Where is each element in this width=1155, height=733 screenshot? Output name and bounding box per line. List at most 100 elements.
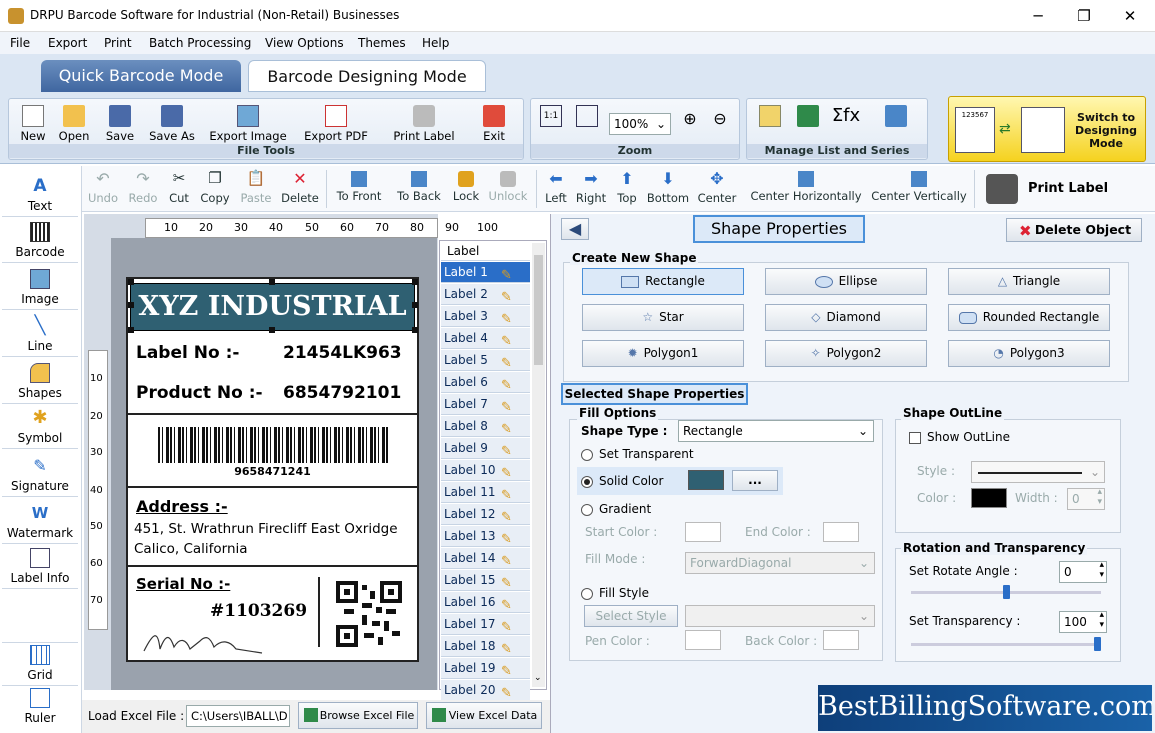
- unlock-button[interactable]: Unlock: [486, 169, 530, 203]
- undo-button[interactable]: ↶ Undo: [86, 169, 120, 205]
- label-list-item[interactable]: Label 9 ✎: [441, 438, 530, 459]
- shape-star-button[interactable]: ☆ Star: [582, 304, 744, 331]
- tool-line[interactable]: ╲ Line: [2, 316, 78, 357]
- tool-watermark[interactable]: W Watermark: [2, 503, 78, 544]
- back-button[interactable]: ◀: [561, 218, 589, 240]
- switch-to-designing-mode-button[interactable]: 123567 ⇄ Switch to Designing Mode: [948, 96, 1146, 162]
- scroll-thumb[interactable]: [534, 255, 543, 365]
- label-list-item[interactable]: Label 8 ✎: [441, 416, 530, 437]
- label-list-item[interactable]: Label 19 ✎: [441, 658, 530, 679]
- paste-button[interactable]: 📋 Paste: [238, 169, 274, 205]
- tool-signature[interactable]: ✎ Signature: [2, 456, 78, 497]
- label-list-item[interactable]: Label 20 ✎: [441, 680, 530, 701]
- pencil-icon[interactable]: ✎: [501, 287, 517, 305]
- pencil-icon[interactable]: ✎: [501, 375, 517, 393]
- tool-ruler[interactable]: Ruler: [2, 688, 78, 728]
- shape-rounded-rectangle-button[interactable]: Rounded Rectangle: [948, 304, 1110, 331]
- view-excel-data-button[interactable]: View Excel Data: [426, 702, 542, 729]
- label-list-item[interactable]: Label 4 ✎: [441, 328, 530, 349]
- pencil-icon[interactable]: ✎: [501, 441, 517, 459]
- outline-style-select[interactable]: ⌄: [971, 461, 1105, 483]
- resize-handle[interactable]: [412, 327, 418, 333]
- zoom-in-button[interactable]: ⊕: [679, 109, 701, 128]
- pencil-icon[interactable]: ✎: [501, 485, 517, 503]
- tool-symbol[interactable]: ✱ Symbol: [2, 408, 78, 449]
- pencil-icon[interactable]: ✎: [501, 683, 517, 701]
- back-color-swatch[interactable]: [823, 630, 859, 650]
- export-pdf-button[interactable]: Export PDF: [303, 103, 369, 143]
- align-top-button[interactable]: ⬆ Top: [612, 169, 642, 205]
- label-list-item[interactable]: Label 1 ✎: [441, 262, 530, 283]
- fill-mode-select[interactable]: ForwardDiagonal ⌄: [685, 552, 875, 574]
- label-list-scrollbar[interactable]: ⌄: [532, 243, 545, 687]
- pencil-icon[interactable]: ✎: [501, 551, 517, 569]
- solid-color-swatch[interactable]: [688, 470, 724, 490]
- rotate-slider-thumb[interactable]: [1002, 585, 1010, 599]
- shape-ellipse-button[interactable]: Ellipse: [765, 268, 927, 295]
- transparency-slider-thumb[interactable]: [1094, 637, 1101, 651]
- menu-file[interactable]: File: [10, 36, 30, 50]
- align-left-button[interactable]: ⬅ Left: [542, 169, 570, 205]
- tool-text[interactable]: A Text: [2, 176, 78, 217]
- pencil-icon[interactable]: ✎: [501, 595, 517, 613]
- cut-button[interactable]: ✂ Cut: [166, 169, 192, 205]
- transparency-slider-track[interactable]: [911, 643, 1101, 646]
- outline-width-spinner[interactable]: 0 ▴ ▾: [1067, 487, 1105, 510]
- pencil-icon[interactable]: ✎: [501, 353, 517, 371]
- label-list-item[interactable]: Label 12 ✎: [441, 504, 530, 525]
- minimize-button[interactable]: ─: [1018, 4, 1058, 28]
- pen-color-swatch[interactable]: [685, 630, 721, 650]
- label-list-item[interactable]: Label 5 ✎: [441, 350, 530, 371]
- shape-rectangle-button[interactable]: Rectangle: [582, 268, 744, 295]
- pencil-icon[interactable]: ✎: [501, 265, 517, 283]
- label-list-item[interactable]: Label 3 ✎: [441, 306, 530, 327]
- gradient-radio[interactable]: Gradient: [581, 502, 651, 516]
- delete-button[interactable]: ✕ Delete: [280, 169, 320, 205]
- close-button[interactable]: ✕: [1110, 4, 1150, 28]
- tool-grid[interactable]: Grid: [2, 642, 78, 686]
- pencil-icon[interactable]: ✎: [501, 309, 517, 327]
- menu-view-options[interactable]: View Options: [265, 36, 344, 50]
- pencil-icon[interactable]: ✎: [501, 639, 517, 657]
- pencil-icon[interactable]: ✎: [501, 397, 517, 415]
- pencil-icon[interactable]: ✎: [501, 331, 517, 349]
- label-list-item[interactable]: Label 13 ✎: [441, 526, 530, 547]
- maximize-button[interactable]: ❐: [1064, 4, 1104, 28]
- new-button[interactable]: New: [19, 103, 47, 143]
- open-button[interactable]: Open: [57, 103, 91, 143]
- transparency-spinner[interactable]: 100 ▴ ▾: [1059, 610, 1107, 633]
- formula-button[interactable]: Σfx: [831, 105, 861, 126]
- zoom-select[interactable]: 100% ⌄: [609, 113, 671, 135]
- label-list-item[interactable]: Label 14 ✎: [441, 548, 530, 569]
- select-style-button[interactable]: Select Style: [584, 605, 678, 627]
- align-bottom-button[interactable]: ⬇ Bottom: [646, 169, 690, 205]
- resize-handle[interactable]: [412, 302, 418, 308]
- set-transparent-radio[interactable]: Set Transparent: [581, 447, 694, 461]
- label-header-shape[interactable]: XYZ INDUSTRIAL: [130, 283, 415, 331]
- solid-color-radio[interactable]: Solid Color: [581, 474, 663, 488]
- menu-help[interactable]: Help: [422, 36, 449, 50]
- menu-export[interactable]: Export: [48, 36, 87, 50]
- fill-style-radio[interactable]: Fill Style: [581, 586, 649, 600]
- resize-handle[interactable]: [269, 327, 275, 333]
- scroll-down-icon[interactable]: ⌄: [534, 673, 542, 683]
- menu-themes[interactable]: Themes: [358, 36, 406, 50]
- show-outline-checkbox[interactable]: Show OutLine: [909, 430, 1010, 444]
- rotate-angle-spinner[interactable]: 0 ▴ ▾: [1059, 560, 1107, 583]
- start-color-swatch[interactable]: [685, 522, 721, 542]
- label-list-item[interactable]: Label 18 ✎: [441, 636, 530, 657]
- label-list-item[interactable]: Label 17 ✎: [441, 614, 530, 635]
- tab-quick-barcode-mode[interactable]: Quick Barcode Mode: [41, 60, 241, 92]
- series-button[interactable]: [883, 103, 909, 129]
- actual-size-button[interactable]: 1:1: [539, 103, 563, 129]
- outline-color-swatch[interactable]: [971, 488, 1007, 508]
- shape-polygon3-button[interactable]: ◔ Polygon3: [948, 340, 1110, 367]
- print-label-button[interactable]: Print Label: [391, 103, 457, 143]
- pencil-icon[interactable]: ✎: [501, 463, 517, 481]
- tab-barcode-designing-mode[interactable]: Barcode Designing Mode: [248, 60, 486, 92]
- align-center-button[interactable]: ✥ Center: [696, 169, 738, 205]
- label-list-item[interactable]: Label 11 ✎: [441, 482, 530, 503]
- export-image-button[interactable]: Export Image: [207, 103, 289, 143]
- excel-path-input[interactable]: C:\Users\IBALL\D: [186, 705, 290, 727]
- pencil-icon[interactable]: ✎: [501, 573, 517, 591]
